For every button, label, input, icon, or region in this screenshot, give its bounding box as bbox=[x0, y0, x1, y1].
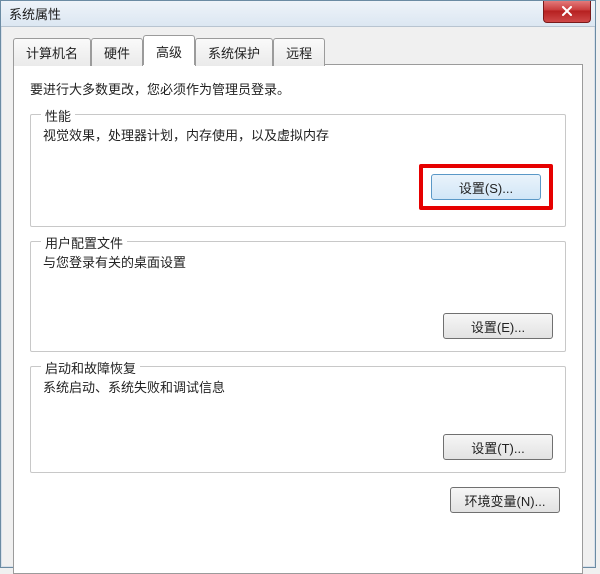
group-performance: 性能 视觉效果，处理器计划，内存使用，以及虚拟内存 设置(S)... bbox=[30, 114, 566, 227]
group-performance-legend: 性能 bbox=[41, 106, 75, 125]
group-performance-button-row: 设置(S)... bbox=[43, 164, 553, 210]
close-button[interactable] bbox=[543, 1, 591, 23]
tab-remote[interactable]: 远程 bbox=[273, 38, 325, 66]
group-user-profile: 用户配置文件 与您登录有关的桌面设置 设置(E)... bbox=[30, 241, 566, 352]
group-startup-recovery-desc: 系统启动、系统失败和调试信息 bbox=[43, 377, 553, 396]
group-performance-desc: 视觉效果，处理器计划，内存使用，以及虚拟内存 bbox=[43, 125, 553, 144]
titlebar[interactable]: 系统属性 bbox=[1, 1, 595, 27]
group-startup-recovery-legend: 启动和故障恢复 bbox=[41, 358, 140, 377]
window-title: 系统属性 bbox=[9, 4, 61, 23]
performance-settings-button[interactable]: 设置(S)... bbox=[431, 174, 541, 200]
admin-intro-text: 要进行大多数更改，您必须作为管理员登录。 bbox=[30, 79, 566, 98]
tab-content-advanced: 要进行大多数更改，您必须作为管理员登录。 性能 视觉效果，处理器计划，内存使用，… bbox=[13, 64, 583, 574]
system-properties-window: 系统属性 计算机名 硬件 高级 系统保护 远程 要进行大多数更改，您必须作为管理… bbox=[0, 0, 596, 568]
environment-variables-button[interactable]: 环境变量(N)... bbox=[450, 487, 560, 513]
group-startup-recovery: 启动和故障恢复 系统启动、系统失败和调试信息 设置(T)... bbox=[30, 366, 566, 473]
tab-advanced[interactable]: 高级 bbox=[143, 35, 195, 65]
tab-system-protection[interactable]: 系统保护 bbox=[195, 38, 273, 66]
group-user-profile-desc: 与您登录有关的桌面设置 bbox=[43, 252, 553, 271]
group-user-profile-button-row: 设置(E)... bbox=[43, 313, 553, 339]
group-startup-recovery-button-row: 设置(T)... bbox=[43, 434, 553, 460]
user-profile-settings-button[interactable]: 设置(E)... bbox=[443, 313, 553, 339]
close-icon bbox=[561, 6, 573, 16]
group-user-profile-legend: 用户配置文件 bbox=[41, 233, 127, 252]
highlight-frame: 设置(S)... bbox=[419, 164, 553, 210]
tab-computer-name[interactable]: 计算机名 bbox=[13, 38, 91, 66]
tab-hardware[interactable]: 硬件 bbox=[91, 38, 143, 66]
env-vars-row: 环境变量(N)... bbox=[30, 487, 566, 513]
startup-recovery-settings-button[interactable]: 设置(T)... bbox=[443, 434, 553, 460]
tabstrip: 计算机名 硬件 高级 系统保护 远程 bbox=[1, 27, 595, 65]
